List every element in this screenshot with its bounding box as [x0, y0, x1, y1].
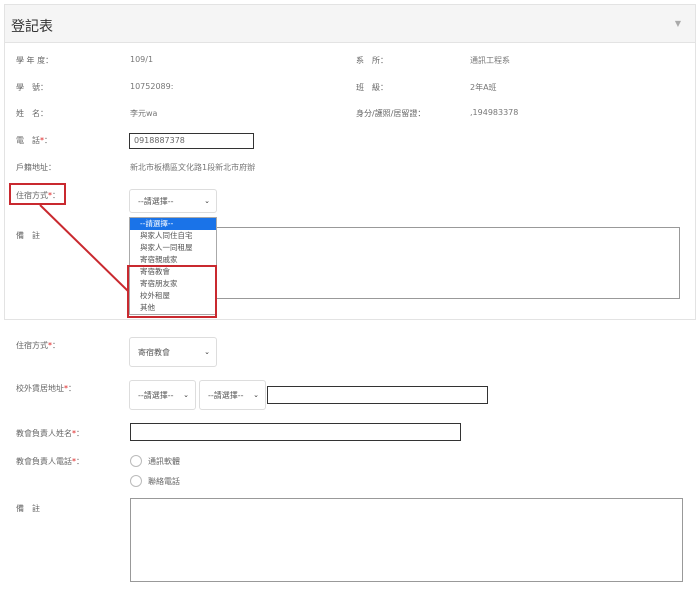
district-select[interactable]: --請選擇-- ⌄ [199, 380, 266, 410]
radio-label: 通訊軟體 [148, 456, 180, 466]
select-value: --請選擇-- [208, 390, 244, 400]
chevron-down-icon: ⌄ [183, 391, 189, 399]
select-value: --請選擇-- [138, 390, 174, 400]
church-contact-phone-label: 教會負責人電話*： [16, 457, 84, 466]
city-select[interactable]: --請選擇-- ⌄ [129, 380, 196, 410]
residence-select[interactable]: 寄宿教會 ⌄ [129, 337, 217, 367]
radio-phone-number[interactable]: 聯絡電話 [130, 475, 180, 487]
note-textarea[interactable] [130, 498, 683, 582]
radio-button[interactable] [130, 455, 142, 467]
chevron-down-icon: ⌄ [204, 348, 210, 356]
chevron-down-icon: ⌄ [253, 391, 259, 399]
radio-label: 聯絡電話 [148, 476, 180, 486]
radio-messaging-app[interactable]: 通訊軟體 [130, 455, 180, 467]
residence-label: 住宿方式*： [16, 341, 60, 350]
select-value: 寄宿教會 [138, 347, 170, 357]
note-label: 備 註 [16, 504, 40, 513]
church-contact-name-input[interactable] [130, 423, 461, 441]
rental-address-label: 校外賃居地址*： [16, 384, 76, 393]
rental-address-input[interactable] [267, 386, 488, 404]
radio-button[interactable] [130, 475, 142, 487]
church-contact-name-label: 教會負責人姓名*： [16, 429, 84, 438]
